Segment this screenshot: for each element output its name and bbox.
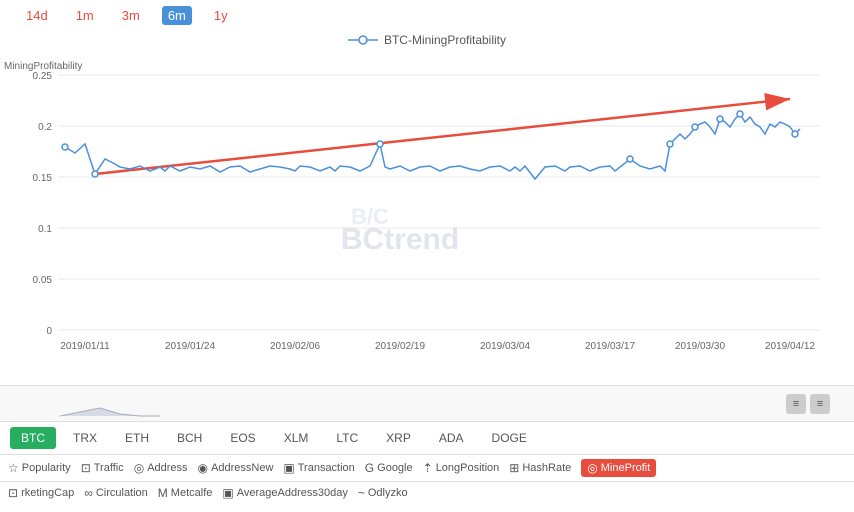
- metric-tab-longposition[interactable]: ⇡ LongPosition: [423, 461, 500, 475]
- legend-line-icon: [348, 34, 378, 46]
- time-btn-1y[interactable]: 1y: [208, 6, 234, 25]
- coin-tab-bch[interactable]: BCH: [166, 427, 213, 449]
- svg-text:0.2: 0.2: [38, 122, 52, 133]
- svg-text:0.05: 0.05: [33, 275, 53, 286]
- metric-tab-address[interactable]: ◎ Address: [134, 461, 188, 475]
- metric-tab-transaction[interactable]: ▣ Transaction: [283, 461, 354, 475]
- metric-tab-avgaddress30day[interactable]: ▣ AverageAddress30day: [222, 486, 347, 500]
- svg-text:0: 0: [46, 326, 52, 337]
- coin-tab-eos[interactable]: EOS: [219, 427, 266, 449]
- time-btn-6m[interactable]: 6m: [162, 6, 192, 25]
- metric-tab-addressnew[interactable]: ◉ AddressNew: [198, 461, 274, 475]
- coin-tab-ltc[interactable]: LTC: [325, 427, 369, 449]
- google-icon: G: [365, 461, 374, 475]
- marketingcap-icon: ⊡: [8, 486, 18, 500]
- avgaddress-icon: ▣: [222, 486, 233, 500]
- time-btn-14d[interactable]: 14d: [20, 6, 54, 25]
- mini-ctrl-right[interactable]: ≡: [810, 394, 830, 414]
- mini-chart-bar: ≡ ≡: [0, 386, 854, 422]
- time-range-bar: 14d 1m 3m 6m 1y: [0, 0, 854, 31]
- chart-title: BTC-MiningProfitability: [384, 33, 506, 47]
- addressnew-icon: ◉: [198, 461, 208, 475]
- metric-tab-traffic[interactable]: ⊡ Traffic: [81, 461, 124, 475]
- metric-tabs-row1: ☆ Popularity ⊡ Traffic ◎ Address ◉ Addre…: [0, 455, 854, 482]
- svg-text:2019/01/11: 2019/01/11: [60, 341, 110, 352]
- coin-tab-xlm[interactable]: XLM: [273, 427, 320, 449]
- mineprofit-icon: ◎: [587, 461, 597, 475]
- address-icon: ◎: [134, 461, 144, 475]
- metcalfe-icon: M: [158, 486, 168, 500]
- coin-tab-eth[interactable]: ETH: [114, 427, 160, 449]
- coin-tab-trx[interactable]: TRX: [62, 427, 108, 449]
- longposition-icon: ⇡: [423, 461, 433, 475]
- coin-tabs: BTC TRX ETH BCH EOS XLM LTC XRP ADA DOGE: [0, 422, 854, 455]
- traffic-icon: ⊡: [81, 461, 91, 475]
- svg-text:B/C: B/C: [351, 204, 389, 229]
- coin-tab-xrp[interactable]: XRP: [375, 427, 422, 449]
- main-chart-svg: 0.25 0.2 0.15 0.1 0.05 0: [0, 59, 834, 354]
- svg-text:2019/04/12: 2019/04/12: [765, 341, 815, 352]
- svg-text:2019/03/04: 2019/03/04: [480, 341, 530, 352]
- metric-tab-circulation[interactable]: ∞ Circulation: [84, 486, 148, 500]
- time-btn-1m[interactable]: 1m: [70, 6, 100, 25]
- odlyzko-icon: ~: [358, 486, 365, 500]
- mini-chart-controls: ≡ ≡: [786, 394, 830, 414]
- transaction-icon: ▣: [283, 461, 294, 475]
- chart-legend: BTC-MiningProfitability: [0, 31, 854, 51]
- metric-tab-popularity[interactable]: ☆ Popularity: [8, 461, 71, 475]
- metric-tab-metcalfe[interactable]: M Metcalfe: [158, 486, 213, 500]
- coin-tab-btc[interactable]: BTC: [10, 427, 56, 449]
- metric-tabs-row2: ⊡ rketingCap ∞ Circulation M Metcalfe ▣ …: [0, 482, 854, 504]
- svg-text:0.25: 0.25: [33, 71, 53, 82]
- svg-text:0.15: 0.15: [33, 173, 53, 184]
- svg-text:0.1: 0.1: [38, 224, 52, 235]
- svg-text:2019/03/17: 2019/03/17: [585, 341, 635, 352]
- metric-tab-odlyzko[interactable]: ~ Odlyzko: [358, 486, 408, 500]
- svg-text:2019/03/30: 2019/03/30: [675, 341, 725, 352]
- hashrate-icon: ⊞: [509, 461, 519, 475]
- circulation-icon: ∞: [84, 486, 93, 500]
- svg-text:2019/02/06: 2019/02/06: [270, 341, 320, 352]
- mini-chart-svg: [60, 388, 854, 420]
- time-btn-3m[interactable]: 3m: [116, 6, 146, 25]
- coin-tab-ada[interactable]: ADA: [428, 427, 475, 449]
- metric-tab-marketingcap[interactable]: ⊡ rketingCap: [8, 486, 74, 500]
- coin-tab-doge[interactable]: DOGE: [481, 427, 538, 449]
- chart-container: BTC-MiningProfitability MiningProfitabil…: [0, 31, 854, 386]
- mini-ctrl-left[interactable]: ≡: [786, 394, 806, 414]
- metric-tab-google[interactable]: G Google: [365, 461, 413, 475]
- svg-text:2019/01/24: 2019/01/24: [165, 341, 215, 352]
- popularity-icon: ☆: [8, 461, 19, 475]
- metric-tab-hashrate[interactable]: ⊞ HashRate: [509, 461, 571, 475]
- metric-tab-mineprofit[interactable]: ◎ MineProfit: [581, 459, 656, 477]
- svg-text:2019/02/19: 2019/02/19: [375, 341, 425, 352]
